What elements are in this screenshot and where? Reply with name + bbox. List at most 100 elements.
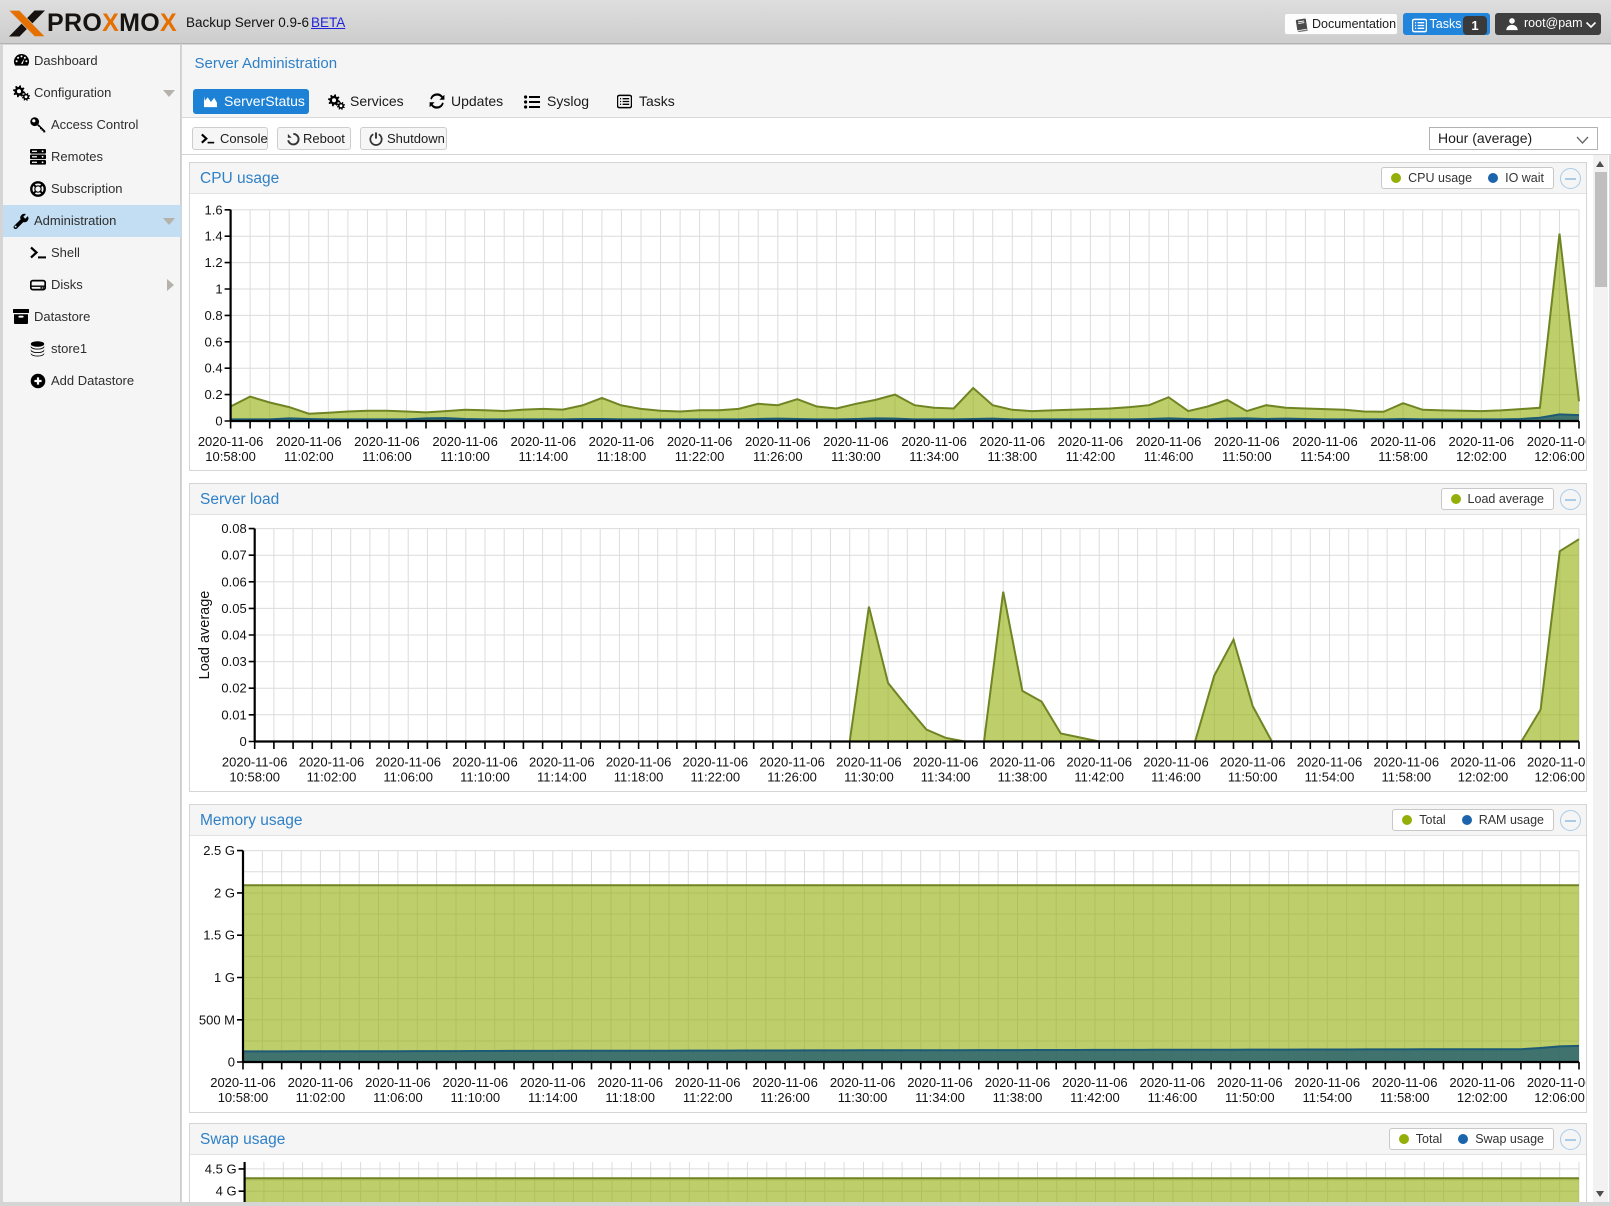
svg-text:2020-11-06: 2020-11-06: [1136, 434, 1202, 449]
svg-text:0.4: 0.4: [205, 361, 223, 376]
svg-text:2020-11-06: 2020-11-06: [452, 755, 518, 770]
svg-text:11:14:00: 11:14:00: [537, 770, 587, 785]
svg-text:11:06:00: 11:06:00: [383, 770, 433, 785]
svg-text:1.2: 1.2: [205, 255, 223, 270]
svg-text:11:26:00: 11:26:00: [767, 770, 817, 785]
svg-text:11:34:00: 11:34:00: [909, 449, 959, 464]
svg-text:11:10:00: 11:10:00: [450, 1090, 500, 1105]
svg-text:10:58:00: 10:58:00: [205, 449, 256, 464]
svg-text:11:06:00: 11:06:00: [362, 449, 412, 464]
svg-text:2020-11-06: 2020-11-06: [1058, 434, 1124, 449]
svg-text:2020-11-06: 2020-11-06: [1527, 1075, 1586, 1090]
svg-text:11:30:00: 11:30:00: [844, 770, 894, 785]
svg-text:2020-11-06: 2020-11-06: [683, 755, 749, 770]
svg-text:2020-11-06: 2020-11-06: [836, 755, 902, 770]
svg-text:Load average: Load average: [197, 591, 213, 680]
svg-text:2020-11-06: 2020-11-06: [667, 434, 733, 449]
svg-text:2020-11-06: 2020-11-06: [1220, 755, 1286, 770]
svg-text:11:46:00: 11:46:00: [1144, 449, 1194, 464]
svg-text:0: 0: [239, 734, 246, 749]
svg-text:2020-11-06: 2020-11-06: [365, 1075, 431, 1090]
svg-text:2020-11-06: 2020-11-06: [990, 755, 1056, 770]
svg-text:2020-11-06: 2020-11-06: [210, 1075, 276, 1090]
svg-text:2020-11-06: 2020-11-06: [1217, 1075, 1283, 1090]
svg-text:11:02:00: 11:02:00: [307, 770, 357, 785]
svg-text:2020-11-06: 2020-11-06: [529, 755, 595, 770]
svg-text:2020-11-06: 2020-11-06: [913, 755, 979, 770]
svg-text:2020-11-06: 2020-11-06: [589, 434, 655, 449]
svg-text:2020-11-06: 2020-11-06: [222, 755, 288, 770]
svg-text:11:50:00: 11:50:00: [1225, 1090, 1275, 1105]
svg-text:11:22:00: 11:22:00: [683, 1090, 733, 1105]
svg-text:0.8: 0.8: [205, 308, 223, 323]
svg-text:11:18:00: 11:18:00: [605, 1090, 655, 1105]
svg-text:500 M: 500 M: [199, 1012, 235, 1027]
svg-text:0.03: 0.03: [221, 654, 246, 669]
svg-text:11:26:00: 11:26:00: [753, 449, 803, 464]
svg-text:11:50:00: 11:50:00: [1222, 449, 1272, 464]
svg-text:11:42:00: 11:42:00: [1070, 1090, 1120, 1105]
svg-text:11:18:00: 11:18:00: [614, 770, 664, 785]
svg-text:11:22:00: 11:22:00: [675, 449, 725, 464]
svg-text:11:30:00: 11:30:00: [838, 1090, 888, 1105]
svg-text:12:06:00: 12:06:00: [1534, 770, 1585, 785]
svg-text:2020-11-06: 2020-11-06: [288, 1075, 354, 1090]
svg-text:4.5 G: 4.5 G: [205, 1161, 237, 1176]
svg-text:2020-11-06: 2020-11-06: [1297, 755, 1363, 770]
svg-text:2020-11-06: 2020-11-06: [375, 755, 441, 770]
svg-text:2020-11-06: 2020-11-06: [985, 1075, 1051, 1090]
svg-text:11:38:00: 11:38:00: [998, 770, 1048, 785]
svg-text:11:54:00: 11:54:00: [1305, 770, 1355, 785]
svg-text:2020-11-06: 2020-11-06: [830, 1075, 896, 1090]
svg-text:0.06: 0.06: [221, 574, 246, 589]
svg-text:1.4: 1.4: [205, 229, 223, 244]
svg-text:2.5 G: 2.5 G: [203, 843, 235, 858]
svg-text:12:06:00: 12:06:00: [1534, 449, 1585, 464]
svg-text:2020-11-06: 2020-11-06: [1140, 1075, 1206, 1090]
svg-text:11:34:00: 11:34:00: [915, 1090, 965, 1105]
svg-text:10:58:00: 10:58:00: [229, 770, 280, 785]
svg-text:0: 0: [215, 414, 222, 429]
svg-text:2020-11-06: 2020-11-06: [1527, 434, 1586, 449]
svg-text:11:58:00: 11:58:00: [1378, 449, 1428, 464]
svg-text:2020-11-06: 2020-11-06: [675, 1075, 741, 1090]
svg-text:2020-11-06: 2020-11-06: [1370, 434, 1436, 449]
svg-text:2020-11-06: 2020-11-06: [1292, 434, 1358, 449]
svg-text:11:18:00: 11:18:00: [597, 449, 647, 464]
svg-text:0.02: 0.02: [221, 681, 246, 696]
svg-text:2020-11-06: 2020-11-06: [907, 1075, 973, 1090]
svg-text:11:30:00: 11:30:00: [831, 449, 881, 464]
svg-text:11:46:00: 11:46:00: [1151, 770, 1201, 785]
svg-text:1.6: 1.6: [205, 202, 223, 217]
svg-text:2020-11-06: 2020-11-06: [1449, 434, 1515, 449]
svg-text:1: 1: [215, 282, 222, 297]
svg-text:1 G: 1 G: [214, 970, 235, 985]
svg-text:2020-11-06: 2020-11-06: [901, 434, 967, 449]
svg-text:11:14:00: 11:14:00: [528, 1090, 578, 1105]
svg-text:2020-11-06: 2020-11-06: [1062, 1075, 1128, 1090]
svg-text:2020-11-06: 2020-11-06: [1374, 755, 1440, 770]
svg-text:2020-11-06: 2020-11-06: [745, 434, 811, 449]
svg-text:11:14:00: 11:14:00: [518, 449, 568, 464]
svg-text:2020-11-06: 2020-11-06: [1066, 755, 1132, 770]
svg-text:12:02:00: 12:02:00: [1458, 770, 1509, 785]
svg-text:11:42:00: 11:42:00: [1066, 449, 1116, 464]
svg-text:2020-11-06: 2020-11-06: [752, 1075, 818, 1090]
svg-text:2020-11-06: 2020-11-06: [597, 1075, 663, 1090]
svg-text:0.04: 0.04: [221, 628, 246, 643]
svg-text:2020-11-06: 2020-11-06: [1295, 1075, 1361, 1090]
svg-text:2020-11-06: 2020-11-06: [276, 434, 342, 449]
svg-text:11:42:00: 11:42:00: [1074, 770, 1124, 785]
svg-text:0.05: 0.05: [221, 601, 246, 616]
svg-text:0.08: 0.08: [221, 521, 246, 536]
svg-text:11:02:00: 11:02:00: [296, 1090, 346, 1105]
svg-text:2020-11-06: 2020-11-06: [606, 755, 672, 770]
svg-text:2020-11-06: 2020-11-06: [299, 755, 365, 770]
svg-text:11:06:00: 11:06:00: [373, 1090, 423, 1105]
svg-text:11:54:00: 11:54:00: [1302, 1090, 1352, 1105]
svg-text:2020-11-06: 2020-11-06: [1450, 755, 1516, 770]
svg-text:0: 0: [228, 1055, 235, 1070]
svg-text:4 G: 4 G: [216, 1184, 237, 1199]
svg-text:2020-11-06: 2020-11-06: [1143, 755, 1209, 770]
svg-text:2020-11-06: 2020-11-06: [1372, 1075, 1438, 1090]
